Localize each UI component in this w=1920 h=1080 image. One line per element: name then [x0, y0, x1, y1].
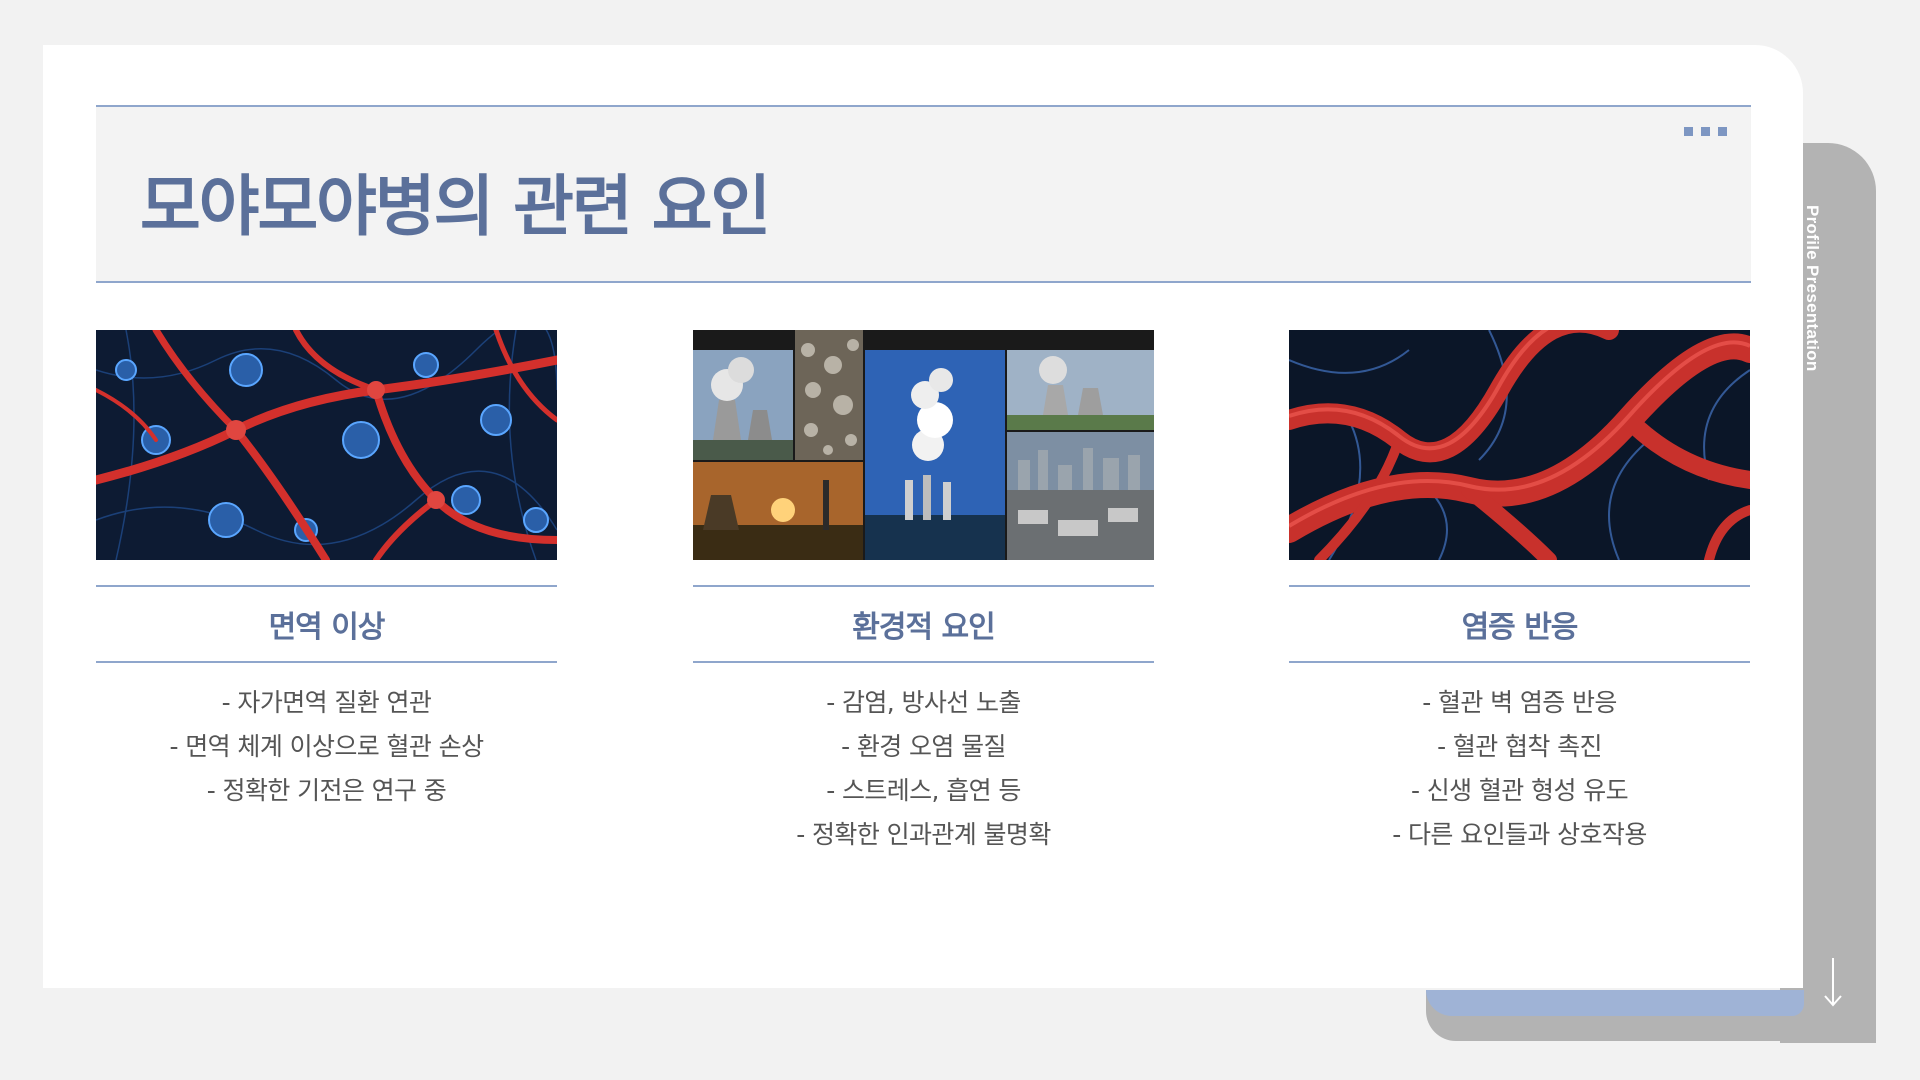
- title-band: 모야모야병의 관련 요인: [96, 105, 1751, 283]
- arrow-down-icon[interactable]: [1821, 956, 1845, 1008]
- column-title: 환경적 요인: [852, 610, 995, 645]
- bullet-item: - 환경 오염 물질: [841, 732, 1006, 761]
- bullet-item: - 신생 혈관 형성 유도: [1410, 776, 1629, 805]
- inflamed-blood-vessels-image: [1289, 330, 1750, 560]
- bullet-item: - 자가면역 질환 연관: [221, 688, 432, 717]
- bullet-item: - 정확한 기전은 연구 중: [206, 776, 447, 805]
- factor-column-immune: 면역 이상 - 자가면역 질환 연관 - 면역 체계 이상으로 혈관 손상 - …: [96, 330, 557, 813]
- bottom-fold-blue: [1426, 990, 1804, 1016]
- dots-icon: [1684, 127, 1727, 136]
- slide-stage: Profile Presentation 모야모야병의 관련 요인 면역 이상 …: [0, 0, 1920, 1080]
- column-header: 염증 반응: [1289, 585, 1750, 663]
- column-title: 염증 반응: [1461, 610, 1579, 645]
- factor-column-environment: 환경적 요인 - 감염, 방사선 노출 - 환경 오염 물질 - 스트레스, 흡…: [693, 330, 1154, 857]
- bullet-item: - 스트레스, 흡연 등: [826, 776, 1021, 805]
- column-title: 면역 이상: [268, 610, 386, 645]
- bullet-list: - 혈관 벽 염증 반응 - 혈관 협착 촉진 - 신생 혈관 형성 유도 - …: [1289, 681, 1750, 857]
- column-header: 면역 이상: [96, 585, 557, 663]
- blood-vessels-cells-image: [96, 330, 557, 560]
- column-header: 환경적 요인: [693, 585, 1154, 663]
- page-title: 모야모야병의 관련 요인: [140, 168, 771, 245]
- bullet-item: - 감염, 방사선 노출: [826, 688, 1021, 717]
- bullet-item: - 혈관 협착 촉진: [1437, 732, 1602, 761]
- bullet-item: - 면역 체계 이상으로 혈관 손상: [169, 732, 485, 761]
- bullet-list: - 감염, 방사선 노출 - 환경 오염 물질 - 스트레스, 흡연 등 - 정…: [693, 681, 1154, 857]
- factor-column-inflammation: 염증 반응 - 혈관 벽 염증 반응 - 혈관 협착 촉진 - 신생 혈관 형성…: [1289, 330, 1750, 857]
- bullet-item: - 혈관 벽 염증 반응: [1422, 688, 1617, 717]
- slide-card: 모야모야병의 관련 요인 면역 이상 - 자가면역 질환 연관 - 면역 체계 …: [43, 45, 1803, 988]
- bullet-list: - 자가면역 질환 연관 - 면역 체계 이상으로 혈관 손상 - 정확한 기전…: [96, 681, 557, 813]
- side-label: Profile Presentation: [1803, 205, 1822, 372]
- bullet-item: - 정확한 인과관계 불명확: [796, 820, 1051, 849]
- industrial-pollution-collage-image: [693, 330, 1154, 560]
- bullet-item: - 다른 요인들과 상호작용: [1392, 820, 1647, 849]
